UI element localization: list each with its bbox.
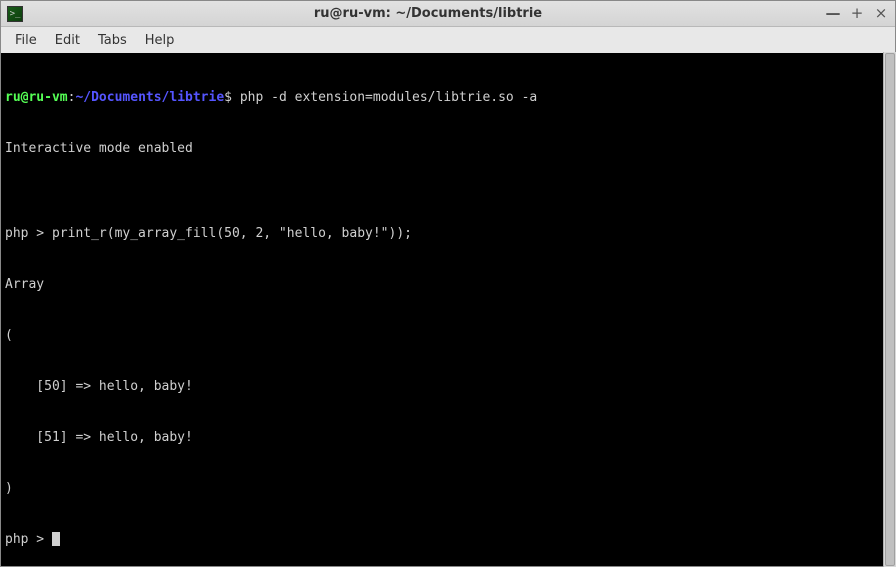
prompt-path: ~/Documents/libtrie xyxy=(75,90,224,105)
maximize-icon[interactable]: + xyxy=(849,6,865,21)
terminal-output: [51] => hello, baby! xyxy=(5,429,891,446)
scrollbar[interactable] xyxy=(883,52,896,567)
terminal-line: ru@ru-vm:~/Documents/libtrie$ php -d ext… xyxy=(5,89,891,106)
terminal-prompt-line: php > xyxy=(5,531,891,548)
menubar: File Edit Tabs Help xyxy=(1,27,895,53)
minimize-icon[interactable]: — xyxy=(825,6,841,21)
window-controls: — + × xyxy=(825,6,889,21)
window-title: ru@ru-vm: ~/Documents/libtrie xyxy=(31,6,825,21)
scrollbar-thumb[interactable] xyxy=(885,53,895,566)
terminal-output: [50] => hello, baby! xyxy=(5,378,891,395)
php-prompt: php > xyxy=(5,532,52,547)
terminal-output: php > print_r(my_array_fill(50, 2, "hell… xyxy=(5,225,891,242)
terminal-output: ( xyxy=(5,327,891,344)
command-text: php -d extension=modules/libtrie.so -a xyxy=(240,90,537,105)
menu-help[interactable]: Help xyxy=(137,30,183,51)
terminal-output: ) xyxy=(5,480,891,497)
cursor-icon xyxy=(52,532,60,546)
app-icon: >_ xyxy=(7,6,23,22)
menu-file[interactable]: File xyxy=(7,30,45,51)
terminal-output: Array xyxy=(5,276,891,293)
close-icon[interactable]: × xyxy=(873,6,889,21)
menu-edit[interactable]: Edit xyxy=(47,30,88,51)
terminal-window: >_ ru@ru-vm: ~/Documents/libtrie — + × F… xyxy=(0,0,896,567)
terminal-body[interactable]: ru@ru-vm:~/Documents/libtrie$ php -d ext… xyxy=(1,53,895,566)
terminal-output: Interactive mode enabled xyxy=(5,140,891,157)
titlebar[interactable]: >_ ru@ru-vm: ~/Documents/libtrie — + × xyxy=(1,1,895,27)
prompt-symbol: $ xyxy=(224,90,232,105)
prompt-user: ru@ru-vm xyxy=(5,90,68,105)
menu-tabs[interactable]: Tabs xyxy=(90,30,135,51)
